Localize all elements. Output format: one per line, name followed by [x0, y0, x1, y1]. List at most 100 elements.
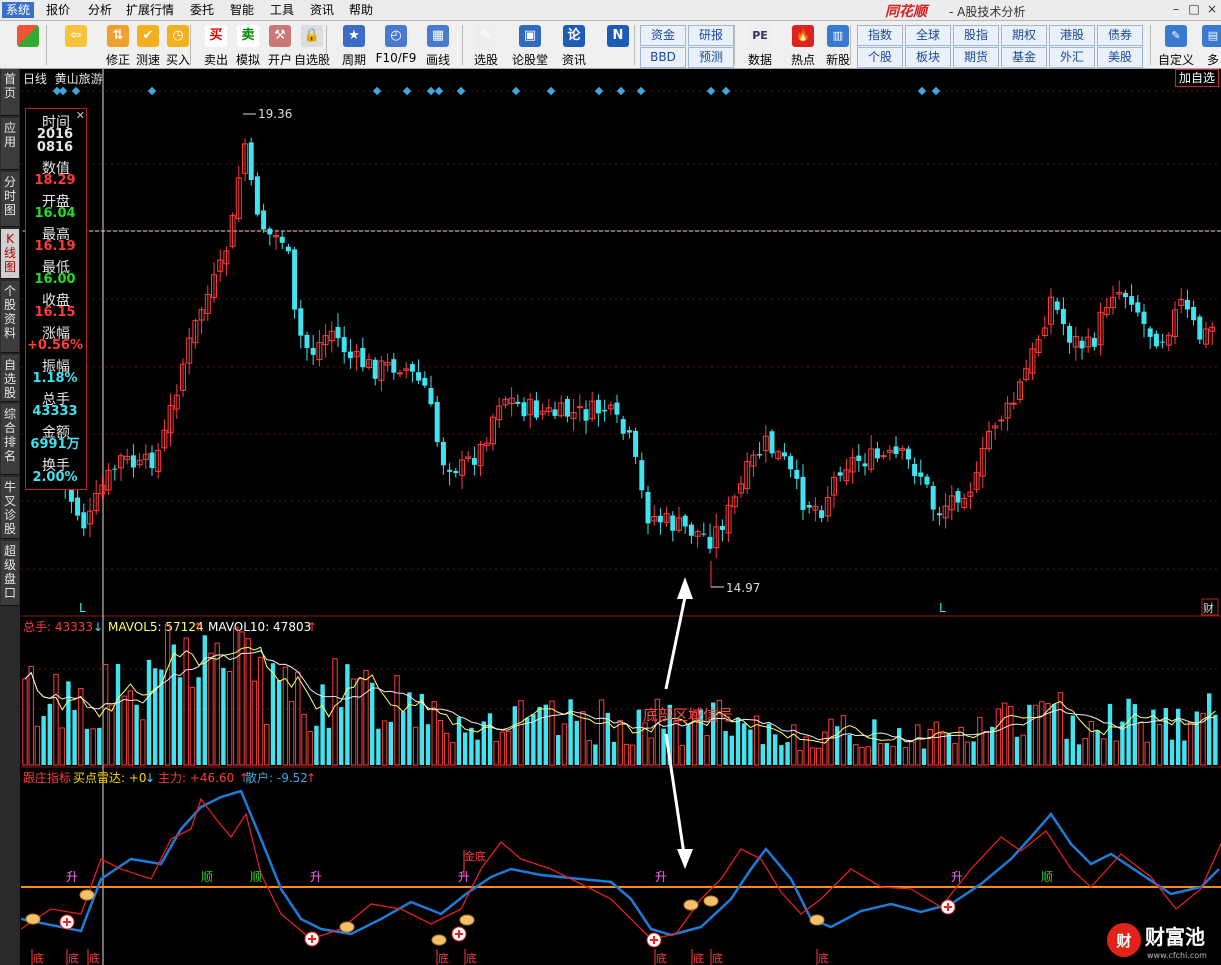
menu-item[interactable]: 委托 [186, 2, 218, 18]
quick-tag[interactable]: 港股 [1049, 25, 1095, 46]
volume-bar [648, 737, 654, 766]
quick-tag[interactable]: 债券 [1097, 25, 1143, 46]
toolbar-button[interactable]: PE 数据 [740, 23, 780, 67]
toolbar-button[interactable]: 论资讯 [554, 23, 594, 67]
menu-item[interactable]: 智能 [226, 2, 258, 18]
menu-item[interactable]: 报价 [42, 2, 74, 18]
menu-item[interactable]: 扩展行情 [122, 2, 178, 18]
toolbar-button[interactable]: N [598, 23, 638, 67]
volume-bar [549, 700, 555, 766]
toolbar-button[interactable]: ★ 周期 [334, 23, 374, 67]
signal-diamond [426, 86, 436, 96]
candle-body [1054, 301, 1060, 310]
toolbar-button[interactable]: ▣ 论股堂 [510, 23, 550, 67]
volume-bar [605, 712, 610, 765]
candle-body [788, 456, 794, 470]
volume-bar [370, 682, 375, 765]
volume-bar [121, 695, 127, 766]
toolbar-button[interactable]: ⇦ [56, 23, 96, 67]
volume-bar [686, 725, 691, 765]
quick-tag[interactable]: BBD [640, 47, 686, 68]
sidebar-tab[interactable]: 综合排名 [1, 404, 19, 475]
quick-tag[interactable]: 板块 [905, 47, 951, 68]
signal-diamond [616, 86, 626, 96]
menu-item[interactable]: 分析 [84, 2, 116, 18]
quick-tag[interactable]: 全球 [905, 25, 951, 46]
quick-tag[interactable]: 期货 [953, 47, 999, 68]
toolbar-button[interactable]: ▤ 多 [1193, 23, 1221, 67]
candle-body [397, 372, 403, 375]
signal-diamond [402, 86, 412, 96]
sidebar-tab[interactable]: 个股资料 [1, 281, 19, 353]
volume-bar [1207, 693, 1212, 765]
candle-body [1122, 292, 1128, 298]
info-value: 16.04 [34, 206, 76, 221]
candle-body [285, 246, 291, 252]
maximize-icon[interactable]: □ [1186, 2, 1202, 16]
volume-bar [177, 677, 183, 765]
quick-tag[interactable]: 预测 [688, 47, 734, 68]
candle-body [416, 372, 422, 381]
sidebar-tab[interactable]: 应用 [1, 118, 19, 170]
menu-item[interactable]: 系统 [2, 2, 35, 18]
candle-body [918, 472, 924, 477]
menu-item[interactable]: 资讯 [306, 2, 338, 18]
quick-tag[interactable]: 指数 [857, 25, 903, 46]
volume-bar [803, 736, 809, 766]
speedtest-icon: ◷ [167, 25, 189, 47]
volume-bar [288, 700, 295, 766]
volume-bar [673, 720, 679, 766]
sell-icon: 卖 [237, 25, 259, 47]
toolbar-button[interactable]: ▦ 画线 [418, 23, 458, 67]
toolbar-button[interactable]: ▥ 新股 [818, 23, 858, 67]
sidebar-tab[interactable]: 自选股 [1, 355, 19, 402]
stock-name: 黄山旅游 [54, 72, 103, 86]
quick-tag[interactable]: 股指 [953, 25, 999, 46]
menu-item[interactable]: 工具 [266, 2, 298, 18]
signal-di: 底 [68, 951, 79, 965]
volume-bar [779, 745, 784, 765]
candle-body [1060, 308, 1066, 325]
volume-bar [617, 720, 623, 766]
volume-bar [53, 673, 59, 766]
quick-tag[interactable]: 期权 [1001, 25, 1047, 46]
candle-body [682, 515, 688, 527]
volume-bar [853, 744, 859, 766]
signal-diamond [71, 86, 81, 96]
add-watchlist-button[interactable]: 加自选 [1174, 69, 1219, 87]
toolbar-button[interactable]: ✎ 选股 [466, 23, 506, 67]
minimize-icon[interactable]: – [1168, 2, 1184, 16]
sidebar-tab[interactable]: K线图 [1, 229, 19, 279]
candle-body [626, 430, 632, 433]
volume-bar [568, 699, 573, 765]
menu-item[interactable]: 帮助 [345, 2, 377, 18]
sidebar-tab[interactable]: 牛叉诊股 [1, 477, 19, 539]
watermark-brand: 财富池 [1145, 925, 1205, 949]
quick-tag[interactable]: 资金 [640, 25, 686, 46]
sidebar-tab[interactable]: 首页 [1, 69, 19, 116]
quick-tag[interactable]: 美股 [1097, 47, 1143, 68]
quick-tag[interactable]: 基金 [1001, 47, 1047, 68]
candle-body [837, 472, 843, 476]
sidebar-tab[interactable]: 分时图 [1, 172, 19, 227]
info-value: 43333 [32, 404, 78, 419]
toolbar-button[interactable] [8, 23, 48, 67]
toolbar-button[interactable]: ◴ F10/F9 [376, 23, 416, 67]
volume-bar [785, 742, 790, 765]
signal-diamond [721, 86, 731, 96]
volume-bar [1082, 738, 1088, 766]
quick-tag[interactable]: 外汇 [1049, 47, 1095, 68]
candle-body [595, 399, 601, 414]
quick-tag[interactable]: 研报 [688, 25, 734, 46]
candle-body [602, 409, 608, 412]
volume-bar [760, 744, 765, 765]
svg-text:财: 财 [1116, 932, 1131, 950]
volume-bar [1213, 714, 1218, 765]
volume-bar [314, 725, 319, 765]
close-icon[interactable]: × [1204, 2, 1220, 16]
volume-bar [214, 642, 220, 766]
candle-body [769, 431, 775, 454]
ingot-marker [683, 899, 699, 911]
buy-radar-label: 买点雷达: +0 [73, 771, 147, 785]
sidebar-tab[interactable]: 超级盘口 [1, 541, 19, 606]
